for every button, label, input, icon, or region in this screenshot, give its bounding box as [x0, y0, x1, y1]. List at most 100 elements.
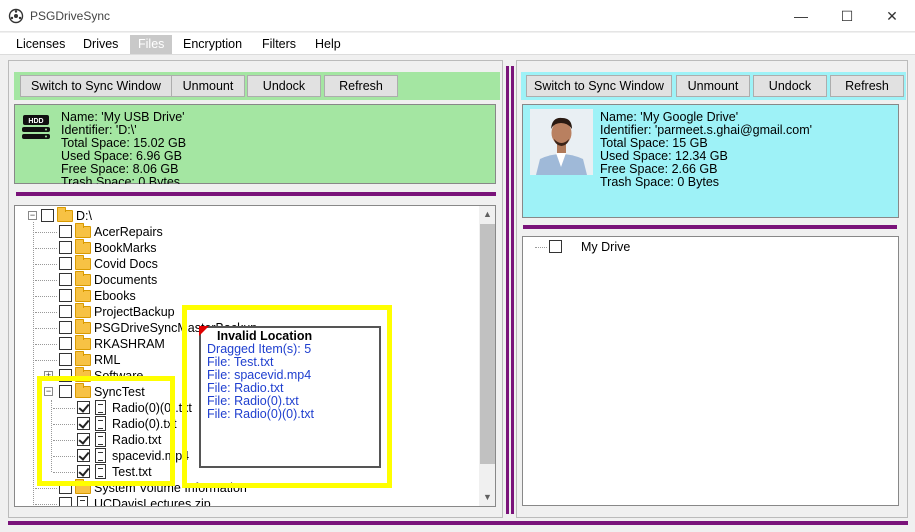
left-undock-button[interactable]: Undock: [247, 75, 321, 97]
close-button[interactable]: ✕: [869, 0, 915, 32]
tree-connector: [35, 280, 57, 281]
tree-checkbox[interactable]: [549, 240, 562, 253]
tree-node-label: Documents: [94, 273, 158, 287]
left-switch-to-sync-button[interactable]: Switch to Sync Window: [20, 75, 172, 97]
tooltip-line: File: Radio(0)(0).txt: [207, 407, 314, 421]
tree-root[interactable]: − D:\: [25, 207, 225, 224]
right-undock-button[interactable]: Undock: [753, 75, 827, 97]
user-photo-icon: [530, 109, 593, 175]
left-toolbar: Switch to Sync Window Unmount Undock Ref…: [14, 72, 500, 100]
bottom-divider: [8, 521, 908, 525]
tree-connector: [35, 328, 57, 329]
scroll-down-icon[interactable]: ▼: [479, 489, 495, 506]
scroll-up-icon[interactable]: ▲: [479, 206, 495, 223]
folder-icon: [75, 271, 91, 286]
tree-node-label: AcerRepairs: [94, 225, 163, 239]
tree-file[interactable]: UCDavisLectures.zip: [35, 496, 275, 507]
right-info-text: Name: 'My Google Drive' Identifier: 'par…: [600, 111, 812, 189]
tree-node-label: D:\: [76, 209, 92, 223]
app-logo-icon: [8, 8, 24, 24]
collapse-icon[interactable]: −: [28, 211, 37, 220]
folder-icon: [75, 335, 91, 350]
right-unmount-button[interactable]: Unmount: [676, 75, 750, 97]
tree-connector: [35, 248, 57, 249]
tree-node-label: RKASHRAM: [94, 337, 165, 351]
tree-node-label: BookMarks: [94, 241, 157, 255]
tree-connector: [35, 344, 57, 345]
tree-checkbox[interactable]: [59, 353, 72, 366]
tree-connector: [35, 296, 57, 297]
folder-icon: [75, 287, 91, 302]
tree-connector: [35, 232, 57, 233]
right-drive-info: Name: 'My Google Drive' Identifier: 'par…: [522, 104, 899, 218]
selected-files-highlight: [37, 376, 175, 486]
menu-encryption[interactable]: Encryption: [175, 35, 250, 54]
tree-folder[interactable]: Covid Docs: [35, 255, 235, 272]
tree-checkbox[interactable]: [59, 497, 72, 506]
trash-space: Trash Space: 0 Bytes: [600, 175, 720, 189]
invalid-location-tooltip: Invalid Location Dragged Item(s): 5 File…: [199, 326, 381, 468]
left-unmount-button[interactable]: Unmount: [171, 75, 245, 97]
tree-connector: [35, 312, 57, 313]
left-tree-scrollbar[interactable]: ▲ ▼: [479, 206, 495, 506]
tree-checkbox[interactable]: [59, 257, 72, 270]
menu-filters[interactable]: Filters: [254, 35, 304, 54]
tree-root[interactable]: My Drive: [533, 239, 733, 255]
tree-folder[interactable]: Documents: [35, 271, 235, 288]
title-bar: PSGDriveSync — ☐ ✕: [0, 0, 915, 32]
folder-icon: [75, 223, 91, 238]
menu-drives[interactable]: Drives: [75, 35, 126, 54]
right-refresh-button[interactable]: Refresh: [830, 75, 904, 97]
tree-connector: [35, 360, 57, 361]
avatar: [530, 109, 593, 175]
error-flag-icon: [199, 326, 209, 336]
tree-checkbox[interactable]: [41, 209, 54, 222]
window-title: PSGDriveSync: [30, 9, 111, 23]
maximize-button[interactable]: ☐: [824, 0, 870, 32]
menu-licenses[interactable]: Licenses: [8, 35, 73, 54]
tree-checkbox[interactable]: [59, 321, 72, 334]
folder-icon: [75, 303, 91, 318]
menu-bar: Licenses Drives Files Encryption Filters…: [0, 33, 915, 55]
tree-node-label: RML: [94, 353, 121, 367]
right-info-splitter[interactable]: [523, 225, 897, 229]
tree-checkbox[interactable]: [59, 289, 72, 302]
folder-icon: [75, 319, 91, 334]
tree-node-label: Ebooks: [94, 289, 136, 303]
tree-folder[interactable]: AcerRepairs: [35, 223, 235, 240]
tree-checkbox[interactable]: [59, 225, 72, 238]
right-toolbar: Switch to Sync Window Unmount Undock Ref…: [521, 72, 906, 100]
right-file-tree: My Drive: [522, 236, 899, 506]
tree-checkbox[interactable]: [59, 241, 72, 254]
hard-drive-icon: HDD: [22, 115, 50, 139]
tree-connector: [35, 488, 57, 489]
left-drive-info: HDD Name: 'My USB Drive' Identifier: 'D:…: [14, 104, 496, 184]
tree-node-label: Covid Docs: [94, 257, 158, 271]
tree-folder[interactable]: BookMarks: [35, 239, 235, 256]
pane-splitter-edge: [511, 66, 514, 514]
pane-splitter[interactable]: [506, 66, 509, 514]
tree-connector: [535, 247, 547, 248]
left-refresh-button[interactable]: Refresh: [324, 75, 398, 97]
tree-checkbox[interactable]: [59, 337, 72, 350]
tree-node-label: UCDavisLectures.zip: [94, 497, 211, 507]
minimize-button[interactable]: —: [778, 0, 824, 32]
tree-guide-line: [33, 222, 34, 505]
tree-checkbox[interactable]: [59, 305, 72, 318]
folder-icon: [75, 255, 91, 270]
tree-connector: [35, 504, 57, 505]
tree-folder[interactable]: Ebooks: [35, 287, 235, 304]
tree-checkbox[interactable]: [59, 273, 72, 286]
tree-node-label: ProjectBackup: [94, 305, 175, 319]
hdd-label: HDD: [28, 118, 43, 125]
left-info-splitter[interactable]: [16, 192, 496, 196]
scroll-thumb[interactable]: [480, 224, 495, 464]
menu-files[interactable]: Files: [130, 35, 173, 54]
trash-space: Trash Space: 0 Bytes: [61, 175, 181, 185]
folder-icon: [57, 207, 73, 222]
menu-help[interactable]: Help: [307, 35, 349, 54]
folder-icon: [75, 239, 91, 254]
tree-node-label: My Drive: [581, 240, 631, 254]
right-switch-to-sync-button[interactable]: Switch to Sync Window: [526, 75, 672, 97]
tree-connector: [35, 264, 57, 265]
